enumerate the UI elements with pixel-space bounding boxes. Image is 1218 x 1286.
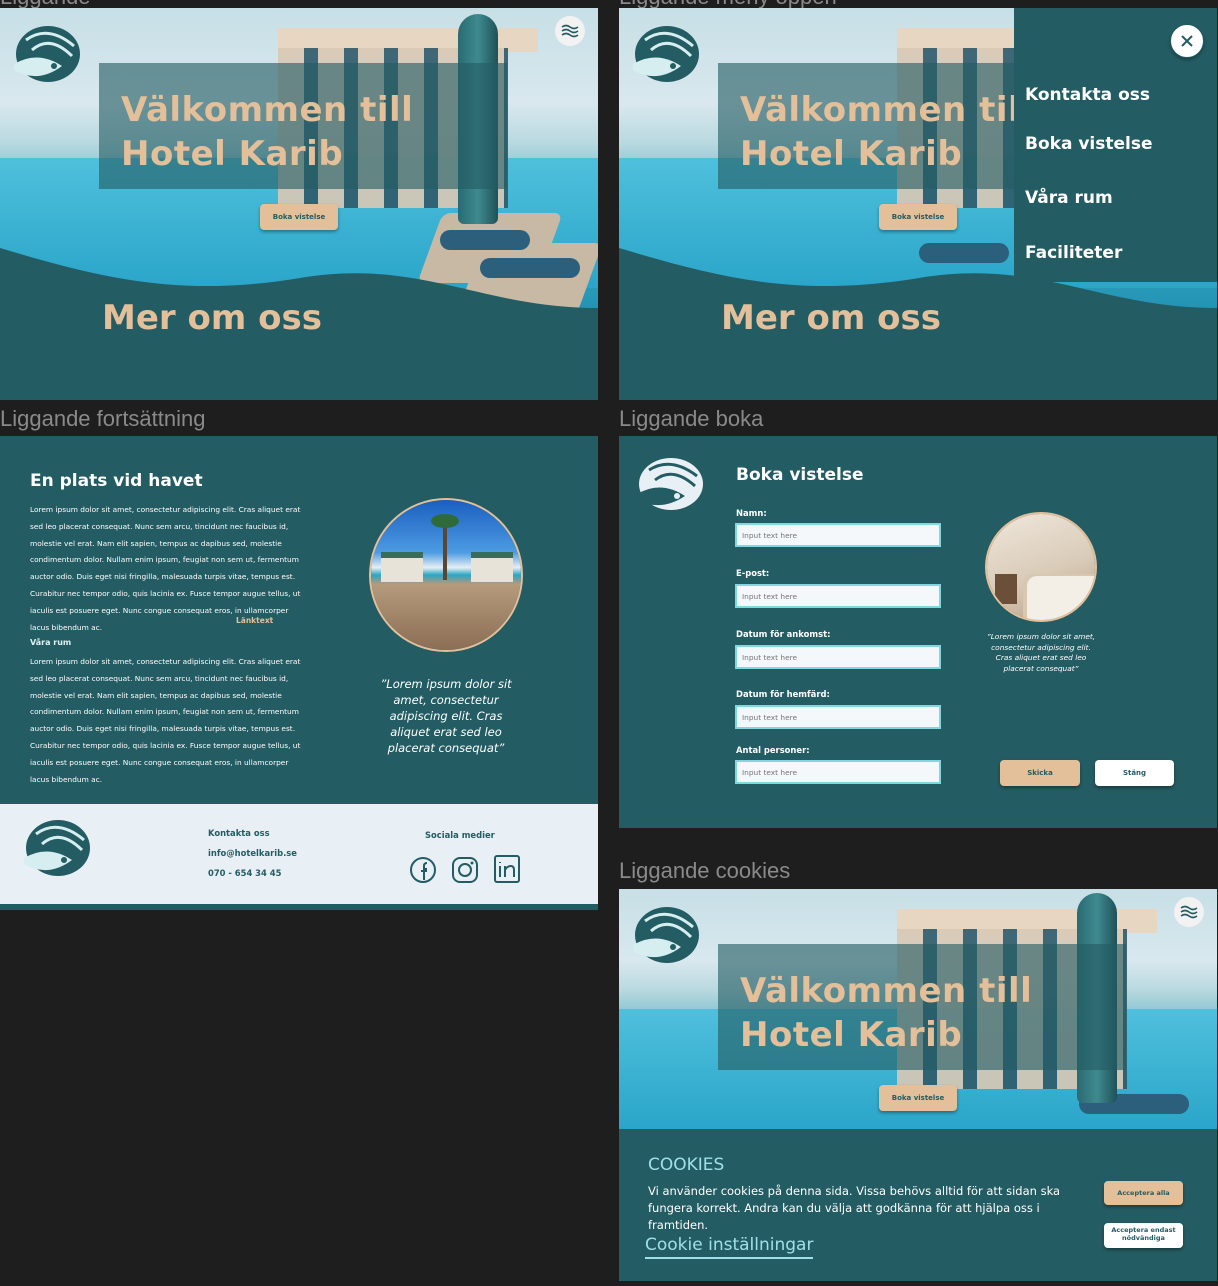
inline-link[interactable]: Länktext xyxy=(236,616,273,625)
submit-button[interactable]: Skicka xyxy=(1000,760,1080,786)
hero-title-box: Välkommen till Hotel Karib xyxy=(99,63,507,189)
frame-label-cookies: Liggande cookies xyxy=(619,858,791,883)
menu-item-contact[interactable]: Kontakta oss xyxy=(1025,85,1150,105)
frame-label-landscape-menu: Liggande meny öppen xyxy=(619,0,919,8)
accept-all-button[interactable]: Acceptera alla xyxy=(1104,1181,1183,1205)
hero-title-box: Välkommen till Hotel Karib xyxy=(718,944,1126,1070)
cookie-title: COOKIES xyxy=(648,1155,725,1175)
instagram-icon[interactable] xyxy=(451,856,479,884)
continuation-quote: ”Lorem ipsum dolor sit amet, consectetur… xyxy=(380,677,512,755)
footer-phone[interactable]: 070 - 654 34 45 xyxy=(208,868,281,878)
guests-label: Antal personer: xyxy=(736,745,810,755)
more-about-heading: Mer om oss xyxy=(102,298,322,338)
hotel-logo[interactable] xyxy=(8,20,84,86)
cookie-settings-link[interactable]: Cookie inställningar xyxy=(645,1235,814,1259)
accept-necessary-button[interactable]: Acceptera endast nödvändiga xyxy=(1104,1223,1183,1248)
landscape-menu-frame: Välkommen till Hotel Karib Boka vistelse… xyxy=(619,8,1217,400)
continuation-frame: En plats vid havet Lorem ipsum dolor sit… xyxy=(0,436,598,910)
side-menu: Kontakta oss Boka vistelse Våra rum Faci… xyxy=(1014,8,1217,282)
menu-item-book[interactable]: Boka vistelse xyxy=(1025,134,1153,154)
guests-input[interactable] xyxy=(735,760,941,784)
cookie-banner: COOKIES Vi använder cookies på denna sid… xyxy=(619,1129,1217,1281)
booking-heading: Boka vistelse xyxy=(736,465,864,485)
frame-label-continuation: Liggande fortsättning xyxy=(0,406,206,431)
sea-heading: En plats vid havet xyxy=(30,471,203,491)
linkedin-icon[interactable] xyxy=(493,854,521,884)
facebook-icon[interactable] xyxy=(409,856,437,884)
rooms-heading: Våra rum xyxy=(30,638,72,647)
booking-quote: ”Lorem ipsum dolor sit amet, consectetur… xyxy=(986,632,1096,673)
footer-social-heading: Sociala medier xyxy=(425,830,495,840)
menu-item-facilities[interactable]: Faciliteter xyxy=(1025,243,1122,263)
footer-logo[interactable] xyxy=(18,814,94,880)
footer-contact-heading: Kontakta oss xyxy=(208,828,270,838)
landscape-hero-frame: Välkommen till Hotel Karib Boka vistelse… xyxy=(0,8,598,400)
hotel-logo[interactable] xyxy=(627,20,703,86)
frame-label-landscape: Liggande xyxy=(0,0,200,8)
departure-label: Datum för hemfärd: xyxy=(736,689,830,699)
more-about-heading: Mer om oss xyxy=(721,298,941,338)
hero-title-line1: Välkommen till xyxy=(740,90,1033,130)
book-stay-button[interactable]: Boka vistelse xyxy=(879,204,957,230)
cookie-text: Vi använder cookies på denna sida. Vissa… xyxy=(648,1184,1061,1232)
beach-photo xyxy=(369,498,523,652)
close-button[interactable]: Stäng xyxy=(1095,760,1174,786)
rooms-paragraph: Lorem ipsum dolor sit amet, consectetur … xyxy=(30,657,301,784)
footer: Kontakta oss info@hotelkarib.se 070 - 65… xyxy=(0,804,598,904)
footer-email[interactable]: info@hotelkarib.se xyxy=(208,848,297,858)
hero-title-line2: Hotel Karib xyxy=(740,134,963,174)
book-stay-button[interactable]: Boka vistelse xyxy=(260,204,338,230)
frame-label-book: Liggande boka xyxy=(619,406,764,431)
hotel-logo[interactable] xyxy=(631,450,707,516)
email-label: E-post: xyxy=(736,568,770,578)
arrival-label: Datum för ankomst: xyxy=(736,629,831,639)
hero-title-line1: Välkommen till xyxy=(740,971,1033,1011)
email-input[interactable] xyxy=(735,584,941,608)
hotel-logo[interactable] xyxy=(627,901,703,967)
room-photo xyxy=(985,512,1097,622)
hero-title-line2: Hotel Karib xyxy=(740,1015,963,1055)
close-menu-button[interactable] xyxy=(1170,24,1204,58)
booking-frame: Boka vistelse Namn: E-post: Datum för an… xyxy=(619,436,1217,828)
departure-input[interactable] xyxy=(735,705,941,729)
menu-item-rooms[interactable]: Våra rum xyxy=(1025,188,1113,208)
name-label: Namn: xyxy=(736,508,767,518)
book-stay-button[interactable]: Boka vistelse xyxy=(879,1085,957,1111)
hero-title-line2: Hotel Karib xyxy=(121,134,344,174)
cookies-frame: Välkommen till Hotel Karib Boka vistelse… xyxy=(619,889,1217,1281)
close-icon xyxy=(1181,35,1193,47)
arrival-input[interactable] xyxy=(735,645,941,669)
name-input[interactable] xyxy=(735,523,941,547)
hero-title-box: Välkommen till Hotel Karib xyxy=(718,63,1032,189)
hero-title-line1: Välkommen till xyxy=(121,90,414,130)
menu-icon[interactable] xyxy=(1174,897,1204,927)
menu-icon[interactable] xyxy=(555,16,585,46)
